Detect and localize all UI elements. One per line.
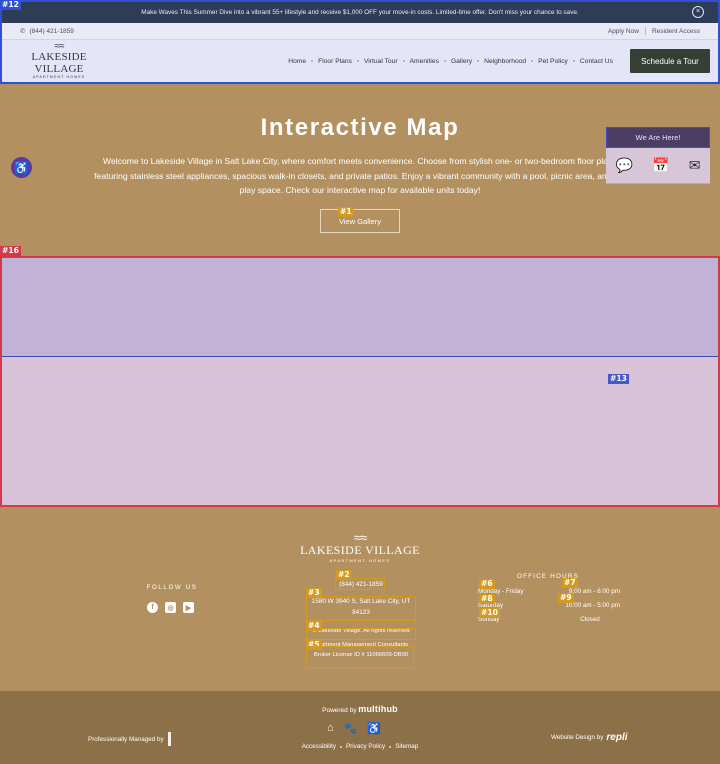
multihub-logo: multihub xyxy=(358,704,398,714)
nav-neighborhood[interactable]: Neighborhood xyxy=(484,58,526,65)
announcement-text: Make Waves This Summer Dive into a vibra… xyxy=(141,9,579,16)
annotation-tag: #9 xyxy=(558,593,574,603)
link-separator xyxy=(389,745,392,748)
map-header-area xyxy=(2,258,718,357)
annotation-tag: #16 xyxy=(0,246,21,256)
nav-separator xyxy=(531,60,534,62)
annotation-tag: #1 xyxy=(338,207,354,217)
schedule-tour-button[interactable]: Schedule a Tour xyxy=(630,49,710,73)
annotation-tag: #8 xyxy=(479,594,495,604)
divider xyxy=(644,27,646,35)
hours-time: 10:00 am - 5:00 pm xyxy=(565,602,620,609)
powered-by[interactable]: Powered by multihub xyxy=(0,704,720,714)
highlight-box xyxy=(306,646,414,668)
sitemap-link[interactable]: Sitemap xyxy=(395,743,418,750)
annotation-tag: #12 xyxy=(0,0,21,10)
site-logo[interactable]: ≈≈ LAKESIDE VILLAGE APARTMENT HOMES xyxy=(20,41,98,80)
nav-links: Home Floor Plans Virtual Tour Amenities … xyxy=(288,49,710,73)
nav-contact-us[interactable]: Contact Us xyxy=(580,58,613,65)
hero-description: Welcome to Lakeside Village in Salt Lake… xyxy=(94,156,626,196)
youtube-icon[interactable]: ▶ xyxy=(183,602,194,613)
hours-day: Sunday xyxy=(478,616,500,623)
privacy-policy-link[interactable]: Privacy Policy xyxy=(346,743,385,750)
utility-bar: ✆ (844) 421-1859 Apply Now Resident Acce… xyxy=(2,23,718,40)
nav-separator xyxy=(572,60,575,62)
announcement-bar: Make Waves This Summer Dive into a vibra… xyxy=(2,2,718,23)
close-icon[interactable]: × xyxy=(692,6,704,18)
header-phone[interactable]: ✆ (844) 421-1859 xyxy=(20,27,74,36)
annotation-tag: #7 xyxy=(562,578,578,588)
site-header: Make Waves This Summer Dive into a vibra… xyxy=(0,0,720,84)
accessibility-link[interactable]: Accessibility xyxy=(302,743,336,750)
instagram-icon[interactable]: ◎ xyxy=(165,602,176,613)
resident-access-link[interactable]: Resident Access xyxy=(652,28,700,35)
follow-us-label: FOLLOW US xyxy=(146,584,198,591)
hours-row: Monday - Friday 9:00 am - 6:00 pm xyxy=(478,588,620,602)
link-separator xyxy=(339,745,342,748)
nav-home[interactable]: Home xyxy=(288,58,306,65)
hours-time: 9:00 am - 6:00 pm xyxy=(568,588,620,595)
contact-widget: 💬 📅 ✉ xyxy=(606,148,710,184)
footer-logo[interactable]: ≈≈ LAKESIDE VILLAGE APARTMENT HOMES xyxy=(300,530,420,563)
nav-floor-plans[interactable]: Floor Plans xyxy=(318,58,352,65)
accessibility-icon[interactable]: ♿ xyxy=(11,157,32,178)
mail-icon[interactable]: ✉ xyxy=(689,157,701,174)
annotation-tag: #6 xyxy=(479,579,495,589)
hours-row: Sunday Closed xyxy=(478,616,620,630)
pet-friendly-icon: 🐾 xyxy=(343,723,358,735)
nav-separator xyxy=(402,60,405,62)
accessibility-icon: ♿ xyxy=(367,723,382,735)
compliance-icons: ⌂ 🐾 ♿ xyxy=(327,722,381,735)
highlight-box xyxy=(335,578,385,590)
nav-separator xyxy=(443,60,446,62)
nav-amenities[interactable]: Amenities xyxy=(410,58,439,65)
website-design-by[interactable]: Website Design by repli xyxy=(551,732,628,743)
annotation-tag: #13 xyxy=(608,374,629,384)
chat-icon[interactable]: 💬 xyxy=(616,157,633,174)
social-links: f ◎ ▶ xyxy=(147,602,194,613)
legal-links: Accessibility Privacy Policy Sitemap xyxy=(0,743,720,750)
nav-pet-policy[interactable]: Pet Policy xyxy=(538,58,568,65)
equal-housing-icon: ⌂ xyxy=(327,722,334,734)
view-gallery-button[interactable]: View Gallery xyxy=(320,209,400,233)
footer-bottom: Powered by multihub Professionally Manag… xyxy=(0,691,720,764)
calendar-icon[interactable]: 📅 xyxy=(652,157,669,174)
hours-time: Closed xyxy=(580,616,600,623)
we-are-here-button[interactable]: We Are Here! xyxy=(606,127,710,148)
header-phone-number: (844) 421-1859 xyxy=(29,27,74,35)
annotation-tag: #10 xyxy=(479,608,500,618)
waves-icon: ≈≈ xyxy=(54,41,65,52)
waves-icon: ≈≈ xyxy=(353,530,367,545)
main-nav: ≈≈ LAKESIDE VILLAGE APARTMENT HOMES Home… xyxy=(2,40,718,82)
apply-now-link[interactable]: Apply Now xyxy=(608,28,639,35)
nav-separator xyxy=(477,60,480,62)
nav-virtual-tour[interactable]: Virtual Tour xyxy=(364,58,398,65)
nav-separator xyxy=(356,60,359,62)
nav-gallery[interactable]: Gallery xyxy=(451,58,472,65)
repli-logo: repli xyxy=(606,732,628,743)
highlight-box xyxy=(306,628,416,640)
facebook-icon[interactable]: f xyxy=(147,602,158,613)
nav-separator xyxy=(311,60,314,62)
phone-icon: ✆ xyxy=(20,28,26,35)
highlight-box xyxy=(306,596,416,621)
